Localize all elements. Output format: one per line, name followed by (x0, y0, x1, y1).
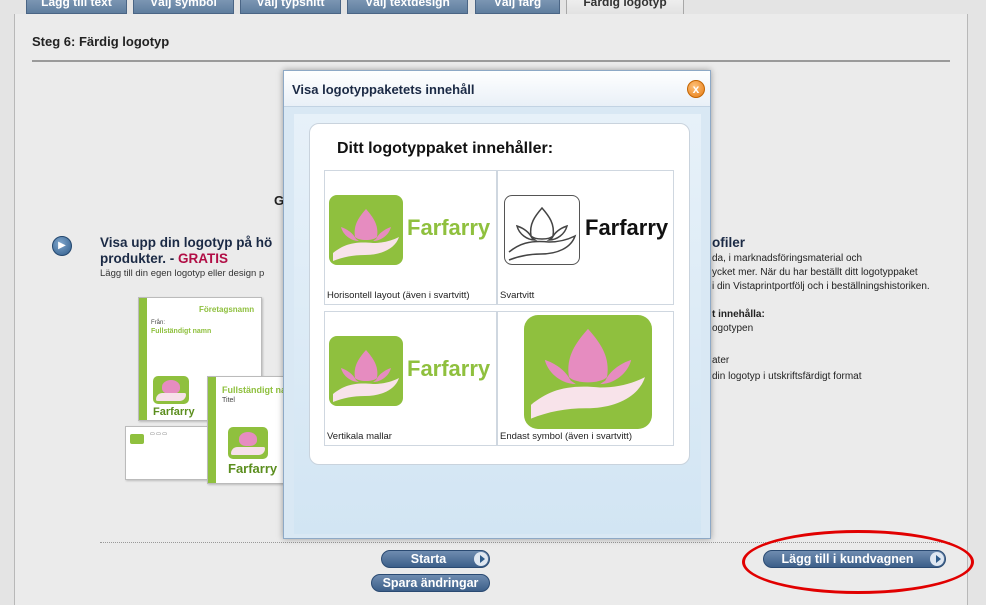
show-logo-heading-line2: produkter. - GRATIS (100, 251, 228, 266)
card-fullname: Fullständigt namn (151, 328, 212, 335)
heading-products-text: produkter. - (100, 251, 179, 266)
letterhead-mockup: ▭ ▭ ▭ (125, 426, 211, 480)
logo-symbol-large (524, 315, 652, 429)
cell-label-bw: Svartvitt (500, 290, 535, 301)
save-changes-label: Spara ändringar (382, 576, 479, 590)
lotus-hand-icon (333, 209, 399, 261)
arrow-right-icon (474, 552, 488, 566)
save-changes-button[interactable]: Spara ändringar (371, 574, 490, 592)
close-icon[interactable]: x (687, 80, 705, 98)
step-divider (32, 60, 950, 62)
lotus-hand-icon (333, 350, 399, 402)
package-contents-title: Ditt logotyppaket innehåller: (337, 140, 554, 157)
free-badge: GRATIS (178, 251, 229, 266)
logo-symbol-bw (504, 195, 580, 265)
cell-vertical-templates[interactable]: Farfarry Vertikala mallar (324, 311, 497, 446)
package-contents-heading: t innehålla: (712, 309, 765, 320)
card2-brand-word: Farfarry (228, 461, 278, 476)
cell-label-symbol-only: Endast symbol (även i svartvitt) (500, 431, 632, 442)
logo-symbol-vertical (329, 336, 403, 406)
show-logo-heading: Visa upp din logotyp på hö (100, 235, 273, 250)
cell-black-and-white[interactable]: Farfarry Svartvitt (497, 170, 674, 305)
cell-horizontal-layout[interactable]: Farfarry Horisontell layout (även i svar… (324, 170, 497, 305)
logo-wordmark-vertical: Farfarry (407, 356, 491, 381)
cell-label-vertical: Vertikala mallar (327, 431, 392, 442)
tab-choose-font[interactable]: Välj typsnitt (240, 0, 341, 14)
logo-wordmark-bw: Farfarry (585, 215, 669, 240)
package-contents-panel: Ditt logotyppaket innehåller: Farfarry H… (309, 123, 690, 465)
card-logo: Farfarry (153, 376, 195, 418)
lotus-hand-icon (531, 328, 645, 419)
logo-wordmark: Farfarry (407, 215, 491, 240)
tab-add-text[interactable]: Lägg till text (26, 0, 127, 14)
cell-symbol-only[interactable]: Endast symbol (även i svartvitt) (497, 311, 674, 446)
arrow-right-icon: ▶ (52, 236, 72, 256)
logo-files-heading: ofiler (712, 235, 746, 250)
card-brand-word: Farfarry (153, 406, 195, 418)
card-company-name: Företagsnamn (199, 305, 255, 314)
step-title: Steg 6: Färdig logotyp (32, 34, 170, 49)
package-item-3: din logotyp i utskriftsfärdigt format (712, 371, 862, 382)
logo-package-dialog: Visa logotyppaketets innehåll x Ditt log… (283, 70, 711, 539)
tab-choose-text-design[interactable]: Välj textdesign (347, 0, 468, 14)
dialog-title: Visa logotyppaketets innehåll (292, 82, 475, 97)
show-logo-subtext: Lägg till din egen logotyp eller design … (100, 268, 265, 279)
tab-choose-symbol[interactable]: Välj symbol (133, 0, 234, 14)
card-from-label: Från: (151, 320, 166, 326)
card2-title: Titel (222, 397, 235, 404)
dialog-body: Ditt logotyppaket innehåller: Farfarry H… (294, 114, 701, 534)
tab-choose-color[interactable]: Välj färg (475, 0, 560, 14)
highlight-circle (742, 530, 974, 594)
package-item-1: ogotypen (712, 323, 754, 334)
cell-label-horizontal: Horisontell layout (även i svartvitt) (327, 290, 470, 301)
logo-symbol (329, 195, 403, 265)
logo-files-text-1: da, i marknadsföringsmaterial och (712, 253, 863, 264)
dialog-header: Visa logotyppaketets innehåll x (284, 71, 710, 107)
logo-files-text-2: ycket mer. När du har beställt ditt logo… (712, 267, 918, 278)
start-button-label: Starta (410, 552, 447, 566)
start-button[interactable]: Starta (381, 550, 490, 568)
tab-bar: Lägg till text Välj symbol Välj typsnitt… (0, 0, 986, 16)
lotus-hand-outline-icon (508, 206, 577, 261)
logo-files-text-3: i din Vistaprintportfölj och i beställni… (712, 281, 930, 292)
card2-logo: Farfarry (228, 427, 277, 476)
package-item-2: ater (712, 355, 730, 366)
